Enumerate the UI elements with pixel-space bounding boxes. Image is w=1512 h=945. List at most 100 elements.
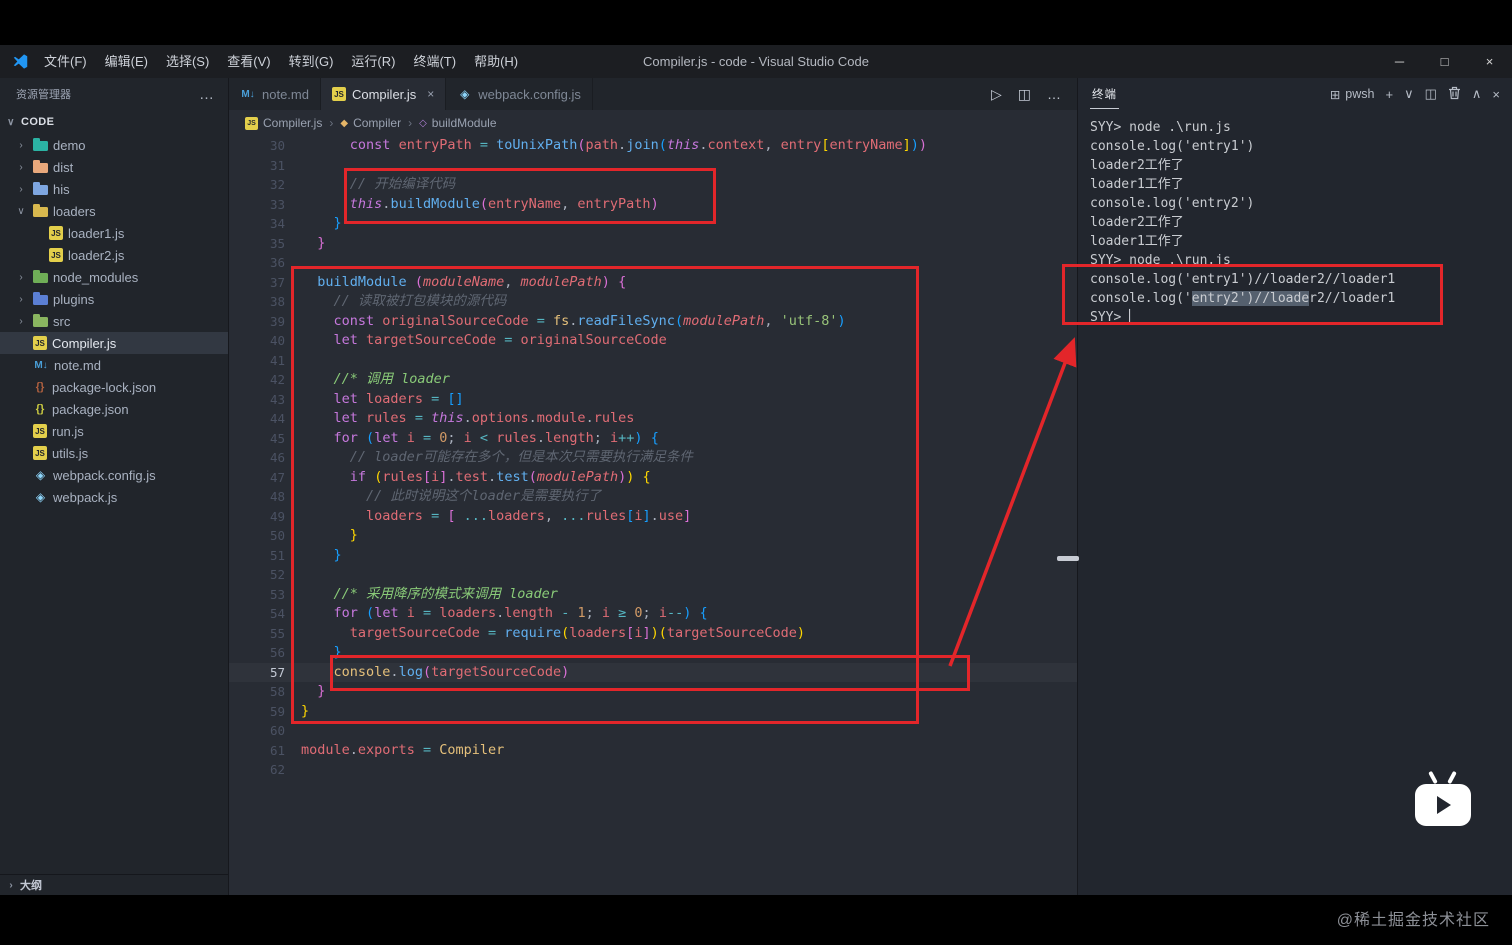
tree-item-package-lock-json[interactable]: {} package-lock.json bbox=[0, 376, 228, 398]
workspace-section-header[interactable]: ∨ CODE bbox=[0, 110, 228, 134]
line-number: 30 bbox=[269, 138, 285, 153]
code-line-56[interactable]: 56 } bbox=[229, 643, 1077, 663]
menu-item-6[interactable]: 终端(T) bbox=[404, 45, 465, 78]
tree-item-package-json[interactable]: {} package.json bbox=[0, 398, 228, 420]
code-line-31[interactable]: 31 bbox=[229, 156, 1077, 176]
code-line-41[interactable]: 41 bbox=[229, 351, 1077, 371]
tree-item-demo[interactable]: › demo bbox=[0, 134, 228, 156]
tree-item-loader1-js[interactable]: JS loader1.js bbox=[0, 222, 228, 244]
tab-webpack-config-js[interactable]: ◈ webpack.config.js bbox=[446, 78, 593, 110]
code-line-50[interactable]: 50 } bbox=[229, 526, 1077, 546]
code-line-content: buildModule (moduleName, modulePath) { bbox=[317, 273, 627, 290]
tree-item-compiler-js[interactable]: JS Compiler.js bbox=[0, 332, 228, 354]
split-terminal-button[interactable]: ◫ bbox=[1425, 86, 1437, 102]
code-line-51[interactable]: 51 } bbox=[229, 546, 1077, 566]
tree-item-node_modules[interactable]: › node_modules bbox=[0, 266, 228, 288]
tree-item-plugins[interactable]: › plugins bbox=[0, 288, 228, 310]
code-line-52[interactable]: 52 bbox=[229, 565, 1077, 585]
maximize-panel-button[interactable]: ∧ bbox=[1472, 86, 1482, 102]
tree-item-note-md[interactable]: M↓ note.md bbox=[0, 354, 228, 376]
code-line-44[interactable]: 44 let rules = this.options.module.rules bbox=[229, 409, 1077, 429]
outline-section-header[interactable]: › 大纲 bbox=[0, 874, 228, 895]
breadcrumb-item-compiler[interactable]: ◆ Compiler bbox=[340, 116, 401, 130]
tree-item-webpack-config-js[interactable]: ◈ webpack.config.js bbox=[0, 464, 228, 486]
tab-note-md[interactable]: M↓ note.md bbox=[229, 78, 321, 110]
menu-item-7[interactable]: 帮助(H) bbox=[465, 45, 527, 78]
line-number: 45 bbox=[269, 430, 285, 446]
scrollbar-thumb[interactable] bbox=[1057, 556, 1079, 561]
tree-item-utils-js[interactable]: JS utils.js bbox=[0, 442, 228, 464]
panel-header: 终端 ⊞ pwsh + ∨ ◫ ∧ × bbox=[1078, 78, 1512, 110]
code-line-58[interactable]: 58 } bbox=[229, 682, 1077, 702]
code-line-60[interactable]: 60 bbox=[229, 721, 1077, 741]
code-line-61[interactable]: 61 module.exports = Compiler bbox=[229, 741, 1077, 761]
tree-item-src[interactable]: › src bbox=[0, 310, 228, 332]
tree-item-his[interactable]: › his bbox=[0, 178, 228, 200]
close-button[interactable]: × bbox=[1467, 45, 1512, 78]
code-line-54[interactable]: 54 for (let i = loaders.length - 1; i ≥ … bbox=[229, 604, 1077, 624]
tree-item-label: src bbox=[53, 313, 71, 329]
code-line-38[interactable]: 38 // 读取被打包模块的源代码 bbox=[229, 292, 1077, 312]
split-editor-button[interactable]: ◫ bbox=[1018, 86, 1031, 103]
restore-button[interactable]: □ bbox=[1422, 45, 1467, 78]
menu-item-4[interactable]: 转到(G) bbox=[280, 45, 343, 78]
code-line-30[interactable]: 30 const entryPath = toUnixPath(path.joi… bbox=[229, 136, 1077, 156]
code-line-42[interactable]: 42 //* 调用 loader bbox=[229, 370, 1077, 390]
kill-terminal-button[interactable] bbox=[1448, 86, 1461, 103]
line-number: 47 bbox=[269, 469, 285, 485]
more-actions-button[interactable]: … bbox=[1047, 86, 1061, 102]
menu-item-1[interactable]: 编辑(E) bbox=[96, 45, 157, 78]
code-line-45[interactable]: 45 for (let i = 0; i < rules.length; i++… bbox=[229, 429, 1077, 449]
terminal-output[interactable]: SYY> node .\run.js console.log('entry1') l… bbox=[1078, 110, 1512, 327]
code-editor[interactable]: 30 const entryPath = toUnixPath(path.joi… bbox=[229, 136, 1077, 895]
shell-selector[interactable]: ⊞ pwsh bbox=[1330, 87, 1375, 102]
code-line-39[interactable]: 39 const originalSourceCode = fs.readFil… bbox=[229, 312, 1077, 332]
code-line-32[interactable]: 32 // 开始编译代码 bbox=[229, 175, 1077, 195]
terminal-line-3: loader1工作了 bbox=[1090, 177, 1184, 192]
new-terminal-button[interactable]: + bbox=[1385, 87, 1393, 102]
chevron-right-icon: › bbox=[19, 315, 23, 327]
code-line-43[interactable]: 43 let loaders = [] bbox=[229, 390, 1077, 410]
folder-icon bbox=[33, 314, 48, 327]
line-number: 52 bbox=[269, 567, 285, 582]
code-line-46[interactable]: 46 // loader可能存在多个，但是本次只需要执行满足条件 bbox=[229, 448, 1077, 468]
chevron-right-icon: › bbox=[19, 139, 23, 151]
explorer-more-icon[interactable]: … bbox=[199, 86, 214, 103]
code-line-57[interactable]: 57 console.log(targetSourceCode) bbox=[229, 663, 1077, 683]
terminal-dropdown-icon[interactable]: ∨ bbox=[1404, 86, 1414, 102]
close-tab-icon[interactable]: × bbox=[427, 87, 434, 101]
code-line-48[interactable]: 48 // 此时说明这个loader是需要执行了 bbox=[229, 487, 1077, 507]
code-line-49[interactable]: 49 loaders = [ ...loaders, ...rules[i].u… bbox=[229, 507, 1077, 527]
tab-terminal[interactable]: 终端 bbox=[1090, 79, 1119, 109]
code-line-53[interactable]: 53 //* 采用降序的模式来调用 loader bbox=[229, 585, 1077, 605]
tree-item-loader2-js[interactable]: JS loader2.js bbox=[0, 244, 228, 266]
tree-item-webpack-js[interactable]: ◈ webpack.js bbox=[0, 486, 228, 508]
tree-item-run-js[interactable]: JS run.js bbox=[0, 420, 228, 442]
code-line-59[interactable]: 59} bbox=[229, 702, 1077, 722]
breadcrumb-item-compiler-js[interactable]: JS Compiler.js bbox=[245, 116, 322, 130]
code-line-35[interactable]: 35 } bbox=[229, 234, 1077, 254]
menu-item-0[interactable]: 文件(F) bbox=[35, 45, 96, 78]
breadcrumb-item-buildmodule[interactable]: ◇ buildModule bbox=[419, 116, 496, 130]
code-line-55[interactable]: 55 targetSourceCode = require(loaders[i]… bbox=[229, 624, 1077, 644]
code-line-62[interactable]: 62 bbox=[229, 760, 1077, 780]
tab-compiler-js[interactable]: JS Compiler.js × bbox=[320, 78, 447, 110]
code-line-37[interactable]: 37 buildModule (moduleName, modulePath) … bbox=[229, 273, 1077, 293]
code-line-36[interactable]: 36 bbox=[229, 253, 1077, 273]
run-button[interactable]: ▷ bbox=[991, 86, 1002, 103]
menu-item-2[interactable]: 选择(S) bbox=[157, 45, 218, 78]
code-line-content: const originalSourceCode = fs.readFileSy… bbox=[333, 312, 846, 329]
menu-item-3[interactable]: 查看(V) bbox=[218, 45, 279, 78]
minimize-button[interactable]: ─ bbox=[1377, 45, 1422, 78]
code-line-34[interactable]: 34 } bbox=[229, 214, 1077, 234]
code-line-40[interactable]: 40 let targetSourceCode = originalSource… bbox=[229, 331, 1077, 351]
menu-item-5[interactable]: 运行(R) bbox=[342, 45, 404, 78]
code-line-33[interactable]: 33 this.buildModule(entryName, entryPath… bbox=[229, 195, 1077, 215]
code-line-47[interactable]: 47 if (rules[i].test.test(modulePath)) { bbox=[229, 468, 1077, 488]
tree-item-loaders[interactable]: ∨ loaders bbox=[0, 200, 228, 222]
close-panel-button[interactable]: × bbox=[1492, 87, 1500, 102]
tree-item-dist[interactable]: › dist bbox=[0, 156, 228, 178]
code-line-content: let targetSourceCode = originalSourceCod… bbox=[333, 332, 667, 348]
terminal-cursor: ▏ bbox=[1129, 310, 1137, 325]
line-number: 33 bbox=[269, 196, 285, 212]
